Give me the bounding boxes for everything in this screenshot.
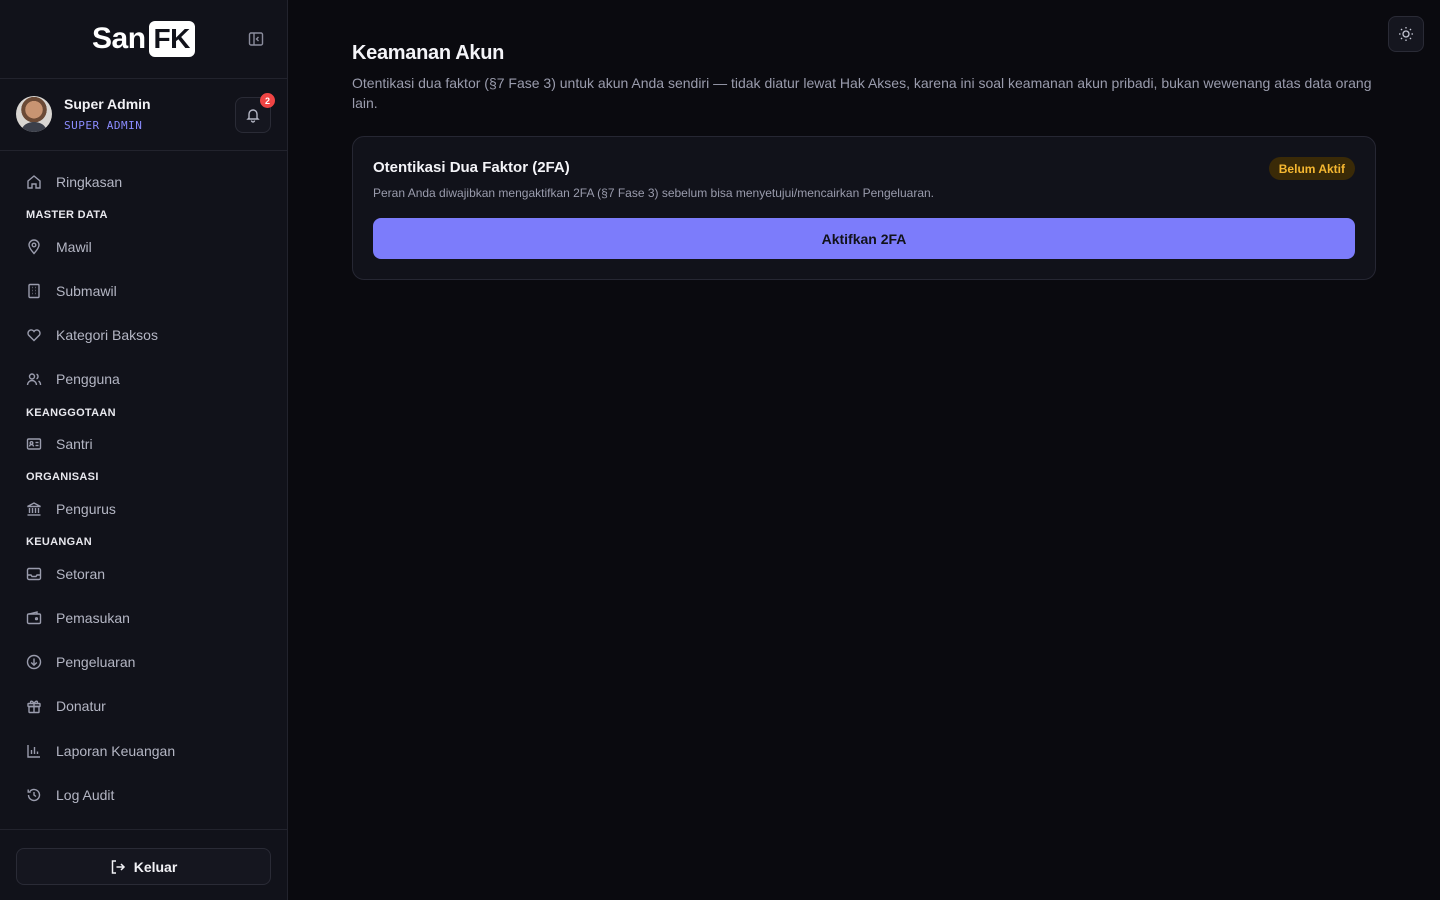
two-factor-card: Otentikasi Dua Faktor (2FA) Belum Aktif … [352,136,1376,280]
sidebar-item-pengurus[interactable]: Pengurus [16,491,272,527]
enable-2fa-button[interactable]: Aktifkan 2FA [373,218,1355,259]
sidebar-collapse-button[interactable] [246,29,266,49]
sidebar-item-label: Pengguna [56,371,120,387]
sidebar-toggle-icon [248,32,264,46]
sidebar-item-label: Submawil [56,283,117,299]
main-content: Keamanan Akun Otentikasi dua faktor (§7 … [352,42,1376,280]
page-description: Otentikasi dua faktor (§7 Fase 3) untuk … [352,75,1372,111]
sidebar-item-label: Setoran [56,566,106,582]
section-organisasi: ORGANISASI [26,471,99,483]
logo-text-fk: FK [148,21,195,57]
arrow-down-circle-icon [24,652,44,672]
logo-text-san: San [92,22,146,55]
sidebar-item-label: Pengeluaran [56,654,136,670]
users-icon [24,369,44,389]
avatar[interactable] [16,96,52,132]
user-name: Super Admin [64,96,151,112]
sidebar: San FK Super Admin SUPER ADMIN 2 Ringkas… [0,0,288,900]
page-title: Keamanan Akun [352,42,505,64]
sidebar-item-donatur[interactable]: Donatur [16,688,272,724]
sidebar-item-kategori-baksos[interactable]: Kategori Baksos [16,317,272,353]
sidebar-item-laporan-keuangan[interactable]: Laporan Keuangan [16,733,272,769]
sidebar-item-label: Santri [56,436,93,452]
inbox-icon [24,564,44,584]
sidebar-item-ringkasan[interactable]: Ringkasan [16,164,272,200]
sidebar-item-label: Pemasukan [56,610,130,626]
brand-header: San FK [0,0,287,79]
section-keuangan: KEUANGAN [26,536,92,548]
sidebar-item-mawil[interactable]: Mawil [16,229,272,265]
card-description: Peran Anda diwajibkan mengaktifkan 2FA (… [373,186,934,200]
sidebar-item-label: Kategori Baksos [56,327,158,343]
section-keanggotaan: KEANGGOTAAN [26,407,116,419]
logout-label: Keluar [133,858,178,875]
sidebar-item-label: Pengurus [56,501,116,517]
building-icon [24,281,44,301]
sun-icon [1399,27,1413,41]
bar-chart-icon [24,741,44,761]
theme-toggle-button[interactable] [1388,16,1424,52]
heart-icon [24,325,44,345]
section-master-data: MASTER DATA [26,209,108,221]
logout-button[interactable]: Keluar [16,848,271,885]
status-badge: Belum Aktif [1268,157,1355,180]
sidebar-item-setoran[interactable]: Setoran [16,556,272,592]
sidebar-item-label: Log Audit [56,787,115,803]
sidebar-item-label: Mawil [56,239,92,255]
bell-icon [246,109,260,123]
sidebar-item-label: Donatur [56,698,106,714]
sidebar-item-submawil[interactable]: Submawil [16,273,272,309]
sidebar-item-label: Ringkasan [56,174,123,190]
user-role: SUPER ADMIN [64,119,143,132]
home-icon [24,172,44,192]
map-pin-icon [24,237,44,257]
sidebar-footer: Keluar [0,829,288,900]
history-icon [24,785,44,805]
sidebar-item-pemasukan[interactable]: Pemasukan [16,600,272,636]
wallet-icon [24,608,44,628]
sidebar-item-santri[interactable]: Santri [16,426,272,462]
logo[interactable]: San FK [92,21,195,57]
gift-icon [24,696,44,716]
notification-count-badge: 2 [260,93,275,108]
landmark-icon [24,499,44,519]
sidebar-item-label: Laporan Keuangan [56,743,176,759]
logout-icon [111,859,125,874]
card-title: Otentikasi Dua Faktor (2FA) [373,159,570,176]
sidebar-item-pengguna[interactable]: Pengguna [16,361,272,397]
id-card-icon [24,434,44,454]
notification-button[interactable]: 2 [235,93,275,133]
sidebar-item-log-audit[interactable]: Log Audit [16,777,272,813]
sidebar-item-pengeluaran[interactable]: Pengeluaran [16,644,272,680]
user-profile: Super Admin SUPER ADMIN 2 [0,79,287,151]
